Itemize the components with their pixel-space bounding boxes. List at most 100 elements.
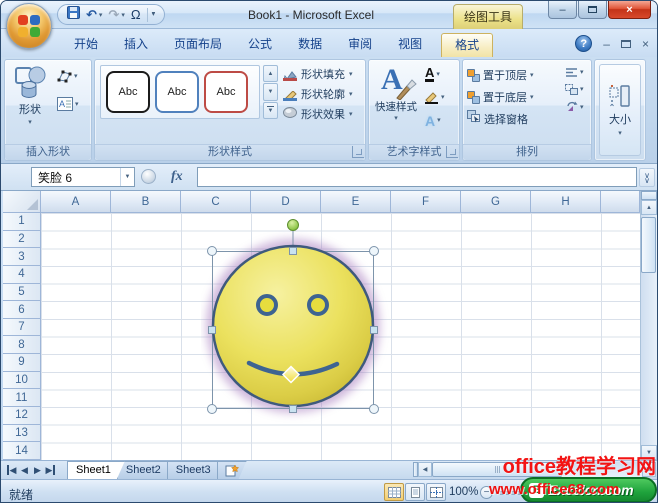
vertical-scroll-track[interactable] [641,215,657,445]
smiley-face[interactable] [213,246,373,406]
align-button[interactable]: ▾ [565,67,584,78]
customize-qat-button[interactable]: ▾ [147,8,156,22]
smiley-shape[interactable] [201,217,391,423]
row-header-5[interactable]: 5 [3,284,41,302]
save-icon[interactable] [67,6,80,24]
gallery-more-button[interactable]: ▼ [263,102,278,119]
handle-bottom-middle[interactable] [290,406,297,413]
column-header-h[interactable]: H [531,191,601,213]
column-header-b[interactable]: B [111,191,181,213]
handle-top-middle[interactable] [290,248,297,255]
row-header-6[interactable]: 6 [3,301,41,319]
insert-function-button[interactable]: fx [171,169,183,185]
edit-shape-button[interactable]: ▾ [57,70,79,83]
handle-top-left[interactable] [208,247,217,256]
name-box-dropdown[interactable]: ▼ [120,168,134,186]
select-all-button[interactable] [3,191,41,213]
column-header-f[interactable]: F [391,191,461,213]
shape-style-thumb-3[interactable]: Abc [204,71,248,113]
column-header-c[interactable]: C [181,191,251,213]
shape-effects-button[interactable]: 形状效果 ▾ [283,106,353,122]
shape-style-thumb-1[interactable]: Abc [106,71,150,113]
row-header-1[interactable]: 1 [3,213,41,231]
tab-data[interactable]: 数据 [285,33,335,57]
formula-input[interactable] [197,167,637,187]
handle-right-middle[interactable] [371,327,378,334]
tab-insert[interactable]: 插入 [111,33,161,57]
page-layout-view-button[interactable] [405,483,425,501]
last-sheet-button[interactable]: ▶ [44,465,57,476]
shape-outline-button[interactable]: 形状轮廓 ▾ [283,86,353,102]
previous-sheet-button[interactable]: ◀ [18,465,31,476]
sheet-tab-sheet3[interactable]: Sheet3 [167,461,225,479]
handle-top-right[interactable] [370,247,379,256]
help-button[interactable]: ? [575,35,592,52]
rotate-button[interactable]: ▾ [565,101,584,113]
column-header-partial[interactable] [601,191,640,213]
row-header-10[interactable]: 10 [3,372,41,390]
row-header-8[interactable]: 8 [3,336,41,354]
row-header-13[interactable]: 13 [3,425,41,443]
vertical-scroll-thumb[interactable] [641,217,656,273]
row-header-14[interactable]: 14 [3,442,41,460]
column-header-d[interactable]: D [251,191,321,213]
close-button[interactable]: × [608,1,651,19]
vertical-scrollbar[interactable]: ▲ ▼ [640,191,657,460]
quick-styles-button[interactable]: A 快速样式 ▾ [373,64,419,148]
tab-view[interactable]: 视图 [385,33,435,57]
row-header-7[interactable]: 7 [3,319,41,337]
gallery-down-button[interactable]: ▼ [263,83,278,100]
vertical-split-box[interactable] [641,191,657,200]
row-header-3[interactable]: 3 [3,248,41,266]
text-fill-button[interactable]: A ▾ [425,66,445,83]
undo-dropdown-icon[interactable]: ▾ [99,11,103,19]
sheet-tab-sheet1[interactable]: Sheet1 [67,461,125,479]
text-outline-button[interactable]: ▾ [425,89,445,106]
column-header-g[interactable]: G [461,191,531,213]
name-box[interactable]: 笑脸 6 ▼ [31,167,135,187]
workbook-minimize-button[interactable]: – [603,38,610,50]
group-objects-button[interactable]: ▾ [565,84,584,95]
shape-fill-button[interactable]: 形状填充 ▾ [283,66,353,82]
restore-button[interactable] [578,1,607,19]
row-header-2[interactable]: 2 [3,231,41,249]
tab-format-active[interactable]: 格式 [441,33,493,57]
column-header-a[interactable]: A [41,191,111,213]
handle-bottom-right[interactable] [370,405,379,414]
workbook-restore-button[interactable] [621,40,631,48]
shape-style-thumb-2[interactable]: Abc [155,71,199,113]
handle-left-middle[interactable] [209,327,216,334]
gallery-up-button[interactable]: ▲ [263,65,278,82]
handle-bottom-left[interactable] [208,405,217,414]
page-break-preview-button[interactable] [426,483,446,501]
office-button[interactable] [6,3,52,49]
expand-formula-bar-button[interactable]: ∨ ∨ [639,168,655,187]
row-header-4[interactable]: 4 [3,266,41,284]
redo-dropdown-icon[interactable]: ▾ [121,11,125,19]
text-box-button[interactable]: A ▾ [57,97,79,111]
scroll-up-button[interactable]: ▲ [641,200,657,215]
tab-formulas[interactable]: 公式 [235,33,285,57]
tab-home[interactable]: 开始 [61,33,111,57]
minimize-button[interactable]: – [548,1,577,19]
next-sheet-button[interactable]: ▶ [31,465,44,476]
symbol-omega-button[interactable]: Ω [131,8,141,21]
sheet-tab-sheet2[interactable]: Sheet2 [117,461,175,479]
rotation-handle[interactable] [288,220,299,231]
wordart-styles-dialog-launcher[interactable] [446,146,458,158]
row-header-12[interactable]: 12 [3,407,41,425]
row-header-9[interactable]: 9 [3,354,41,372]
first-sheet-button[interactable]: ◀ [5,465,18,476]
workbook-close-button[interactable]: × [642,38,649,50]
tab-review[interactable]: 审阅 [335,33,385,57]
normal-view-button[interactable] [384,483,404,501]
selection-pane-button[interactable]: 选择窗格 [467,111,534,127]
redo-button[interactable]: ↷ ▾ [108,8,124,21]
insert-worksheet-button[interactable] [217,461,247,479]
tab-page-layout[interactable]: 页面布局 [161,33,235,57]
size-button[interactable]: 大小 ▾ [599,64,641,156]
text-effects-button[interactable]: A ▾ [425,112,445,129]
shapes-button[interactable]: 形状 ▾ [10,65,50,147]
column-header-e[interactable]: E [321,191,391,213]
shape-styles-dialog-launcher[interactable] [352,146,364,158]
